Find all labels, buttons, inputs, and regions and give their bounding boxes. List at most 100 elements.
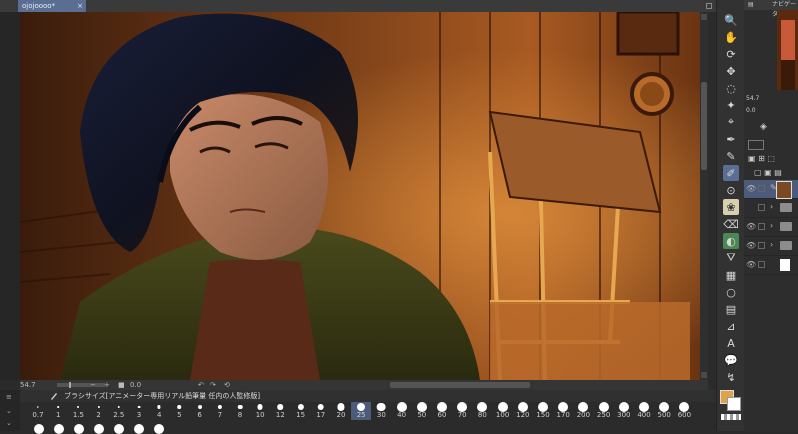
- brush-size-option[interactable]: 8: [230, 402, 250, 420]
- move-icon[interactable]: ✥: [723, 63, 739, 79]
- pen-icon[interactable]: ✒: [723, 131, 739, 147]
- brush-size-option[interactable]: 6: [190, 402, 210, 420]
- brush-size-option[interactable]: 300: [614, 402, 634, 420]
- brush-size-option[interactable]: 3: [129, 402, 149, 420]
- gradient-icon[interactable]: ▦: [723, 267, 739, 283]
- layer-folder-row[interactable]: 👁 ›: [744, 218, 798, 237]
- layer-stack-icon[interactable]: ◈: [760, 122, 767, 132]
- close-tab-icon[interactable]: ×: [77, 0, 83, 12]
- canvas-vertical-scrollbar[interactable]: [700, 12, 708, 380]
- folder-expand-icon[interactable]: ›: [770, 240, 773, 249]
- brush-size-option[interactable]: 200: [573, 402, 593, 420]
- eraser-icon[interactable]: ⌫: [723, 216, 739, 232]
- rotate-icon[interactable]: ⟳: [723, 46, 739, 62]
- brush-size-option[interactable]: 2.5: [109, 402, 129, 420]
- large-brush-size-dot[interactable]: [94, 424, 104, 434]
- lasso-icon[interactable]: ◌: [723, 80, 739, 96]
- brush-size-option[interactable]: 170: [553, 402, 573, 420]
- sub-color-swatch[interactable]: [727, 397, 741, 411]
- layer-row-active[interactable]: 👁 ✎: [744, 180, 798, 199]
- brush-size-option[interactable]: 10: [250, 402, 270, 420]
- brush-size-option[interactable]: 1: [48, 402, 68, 420]
- visibility-eye-icon[interactable]: 👁: [746, 222, 756, 231]
- navigator-zoom[interactable]: 54.7: [746, 94, 759, 104]
- blend-icon[interactable]: ◐: [723, 233, 739, 249]
- collapse-icon-2[interactable]: ⌄: [6, 420, 14, 427]
- large-brush-size-dot[interactable]: [34, 424, 44, 434]
- brush-size-option[interactable]: 20: [331, 402, 351, 420]
- visibility-eye-icon[interactable]: 👁: [746, 184, 756, 193]
- brush-size-option[interactable]: 12: [270, 402, 290, 420]
- scroll-thumb[interactable]: [701, 82, 707, 170]
- brush-size-option[interactable]: 150: [533, 402, 553, 420]
- layer-toolbar-icons[interactable]: ▣ ⊞ ⬚: [748, 154, 775, 164]
- brush-size-option[interactable]: 80: [472, 402, 492, 420]
- brush-size-option[interactable]: 120: [513, 402, 533, 420]
- layer-lock-checkbox[interactable]: [758, 242, 765, 249]
- wand-icon[interactable]: ✦: [723, 97, 739, 113]
- fill-icon[interactable]: ⛛: [723, 250, 739, 266]
- layer-folder-row[interactable]: ›: [744, 199, 798, 218]
- brush-size-option[interactable]: 250: [594, 402, 614, 420]
- brush-size-option[interactable]: 500: [654, 402, 674, 420]
- canvas-horizontal-scrollbar[interactable]: [390, 382, 530, 388]
- zoom-icon[interactable]: 🔍: [723, 12, 739, 28]
- zoom-in-icon[interactable]: +: [104, 380, 110, 390]
- eyedropper-icon[interactable]: ⌖: [723, 114, 739, 130]
- layer-lock-checkbox[interactable]: [758, 261, 765, 268]
- drawing-canvas[interactable]: [20, 12, 700, 380]
- layer-lock-checkbox[interactable]: [758, 185, 765, 192]
- brush-size-option[interactable]: 1.5: [68, 402, 88, 420]
- navigator-angle[interactable]: 0.0: [746, 106, 756, 116]
- panel-menu-icon[interactable]: ≡: [6, 394, 14, 401]
- pencil-icon[interactable]: ✎: [723, 148, 739, 164]
- layer-folder-row[interactable]: 👁 ›: [744, 237, 798, 256]
- ruler-icon[interactable]: ⊿: [723, 318, 739, 334]
- brush-size-option[interactable]: 5: [169, 402, 189, 420]
- folder-expand-icon[interactable]: ›: [770, 202, 773, 211]
- brush-size-option[interactable]: 15: [291, 402, 311, 420]
- layer-lock-checkbox[interactable]: [758, 204, 765, 211]
- brush-size-option[interactable]: 4: [149, 402, 169, 420]
- brush-size-option[interactable]: 30: [371, 402, 391, 420]
- brush-size-option[interactable]: 0.7: [28, 402, 48, 420]
- brush-size-option[interactable]: 25: [351, 402, 372, 420]
- zoom-value[interactable]: 54.7: [20, 380, 56, 390]
- visibility-eye-icon[interactable]: 👁: [746, 260, 756, 269]
- navigator-preview[interactable]: [777, 10, 798, 90]
- brush-size-option[interactable]: 60: [432, 402, 452, 420]
- large-brush-size-dot[interactable]: [114, 424, 124, 434]
- layer-paper-row[interactable]: 👁: [744, 256, 798, 275]
- large-brush-size-dot[interactable]: [74, 424, 84, 434]
- figure-icon[interactable]: ○: [723, 284, 739, 300]
- airbrush-icon[interactable]: ⊙: [723, 182, 739, 198]
- text-icon[interactable]: A: [723, 335, 739, 351]
- transparent-color-swatch[interactable]: [721, 414, 741, 420]
- decoration-icon[interactable]: ❀: [723, 199, 739, 215]
- layer-toolbar-icons-2[interactable]: ▢ ▣ ▤: [754, 168, 782, 178]
- angle-value[interactable]: 0.0: [130, 380, 141, 390]
- navigator-tab-icon[interactable]: ▤: [748, 0, 754, 10]
- blend-mode-select[interactable]: [748, 140, 764, 150]
- rotate-left-icon[interactable]: ↶: [198, 380, 204, 390]
- large-brush-size-dot[interactable]: [54, 424, 64, 434]
- reset-rotation-icon[interactable]: ⟲: [224, 380, 230, 390]
- brush-icon[interactable]: ✐: [723, 165, 739, 181]
- brush-size-option[interactable]: 600: [674, 402, 694, 420]
- scroll-down-icon[interactable]: [701, 372, 707, 378]
- layer-lock-checkbox[interactable]: [758, 223, 765, 230]
- brush-size-option[interactable]: 50: [412, 402, 432, 420]
- balloon-icon[interactable]: 💬: [723, 352, 739, 368]
- brush-size-option[interactable]: 70: [452, 402, 472, 420]
- window-mode-icon[interactable]: [706, 3, 712, 9]
- zoom-slider[interactable]: [57, 382, 105, 388]
- hand-icon[interactable]: ✋: [723, 29, 739, 45]
- zoom-out-icon[interactable]: −: [90, 380, 96, 390]
- brush-size-option[interactable]: 2: [89, 402, 109, 420]
- correct-line-icon[interactable]: ↯: [723, 369, 739, 385]
- scroll-up-icon[interactable]: [701, 14, 707, 20]
- brush-size-option[interactable]: 40: [392, 402, 412, 420]
- visibility-eye-icon[interactable]: 👁: [746, 241, 756, 250]
- rotate-right-icon[interactable]: ↷: [210, 380, 216, 390]
- collapse-icon[interactable]: ⌄: [6, 408, 14, 415]
